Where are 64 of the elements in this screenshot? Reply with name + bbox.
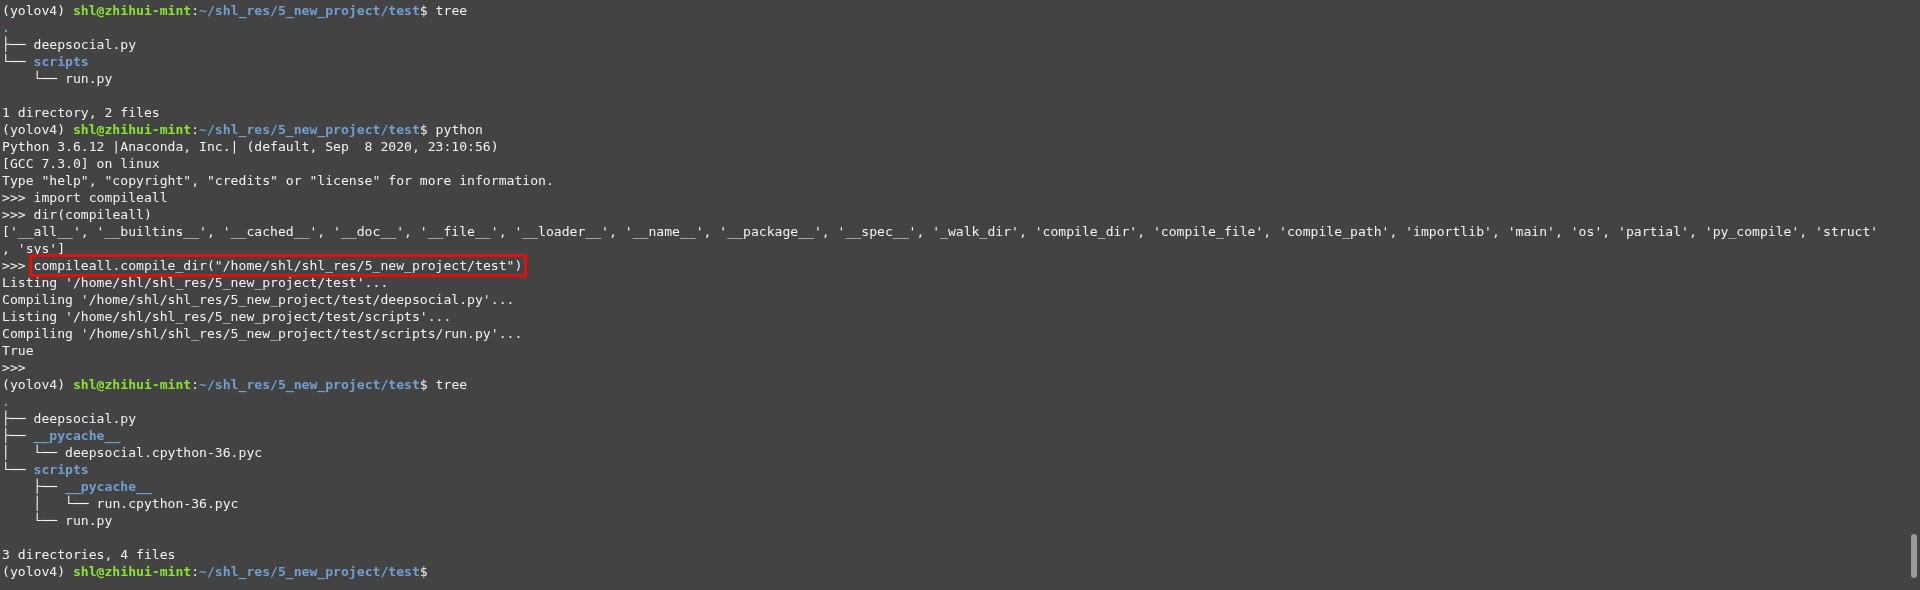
output-text: Compiling '/home/shl/shl_res/5_new_project/test/deepsocial.py'...: [2, 291, 515, 308]
separator-text: :: [191, 376, 200, 392]
separator-text: :: [191, 563, 200, 579]
user-host-label: shl@zhihui-mint: [72, 376, 192, 393]
output-text: True: [2, 342, 34, 359]
directory-name: __pycache__: [65, 478, 152, 495]
python-prompt: >>>: [2, 257, 27, 274]
tree-branch: └──: [32, 512, 59, 529]
tree-branch: ├──: [32, 478, 59, 495]
tree-branch: │ └──: [2, 444, 58, 461]
file-name: deepsocial.cpython-36.pyc: [65, 445, 263, 461]
conda-env-label: (yolov4): [2, 376, 67, 393]
tree-branch: └──: [32, 70, 59, 87]
separator-text: :: [191, 121, 200, 137]
file-name: run.py: [65, 70, 113, 87]
output-text: Listing '/home/shl/shl_res/5_new_project/test/scripts'...: [2, 308, 452, 325]
command-text: python: [435, 121, 483, 138]
conda-env-label: (yolov4): [2, 121, 67, 138]
directory-name: .: [2, 393, 10, 410]
python-prompt: >>>: [2, 189, 27, 206]
separator-text: :: [191, 2, 200, 18]
user-host-label: shl@zhihui-mint: [72, 121, 192, 138]
tree-branch: └──: [2, 461, 27, 478]
code-text: dir(compileall): [33, 206, 152, 223]
output-text: Python 3.6.12 |Anaconda, Inc.| (default, Sep 8 2020, 23:10:56): [2, 138, 499, 155]
directory-name: .: [2, 19, 10, 36]
output-text: Listing '/home/shl/shl_res/5_new_project/test'...: [2, 274, 389, 291]
output-text: Compiling '/home/shl/shl_res/5_new_project/test/scripts/run.py'...: [2, 325, 523, 342]
tree-branch: │ └──: [32, 495, 89, 512]
conda-env-label: (yolov4): [2, 2, 67, 19]
prompt-symbol: $: [419, 376, 429, 393]
tree-branch: ├──: [2, 410, 27, 427]
file-name: run.cpython-36.pyc: [96, 496, 239, 512]
tree-branch: ├──: [2, 427, 27, 444]
output-text: Type "help", "copyright", "credits" or "license" for more information.: [2, 172, 554, 189]
file-name: deepsocial.py: [33, 410, 137, 427]
path-label: ~/shl_res/5_new_project/test: [199, 2, 420, 19]
conda-env-label: (yolov4): [2, 563, 67, 580]
directory-name: scripts: [33, 53, 89, 70]
path-label: ~/shl_res/5_new_project/test: [199, 121, 420, 138]
output-text: ['__all__', '__builtins__', '__cached__', '__doc__', '__file__', '__loader__', '__name__', '__package__', '__spec__', '_walk_dir', 'compile_dir', 'compile_file', 'compile_path', 'importlib', 'main', 'os', 'partial', 'py_compile', 'struct': [2, 223, 1879, 240]
tree-branch: ├──: [2, 36, 27, 53]
file-name: run.py: [65, 512, 113, 529]
user-host-label: shl@zhihui-mint: [72, 2, 192, 19]
python-prompt: >>>: [2, 359, 26, 376]
command-text: tree: [435, 376, 468, 393]
directory-name: scripts: [33, 461, 89, 478]
directory-name: __pycache__: [33, 427, 121, 444]
highlighted-code: compileall.compile_dir("/home/shl/shl_res/5_new_project/test"): [31, 257, 525, 274]
prompt-symbol: $: [419, 121, 429, 138]
prompt-symbol: $: [419, 2, 429, 19]
python-prompt: >>>: [2, 206, 27, 223]
code-text: import compileall: [33, 189, 168, 206]
command-text: tree: [435, 2, 468, 19]
path-label: ~/shl_res/5_new_project/test: [199, 376, 420, 393]
scrollbar-thumb[interactable]: [1911, 534, 1917, 578]
file-name: deepsocial.py: [33, 36, 137, 53]
prompt-symbol: $: [419, 563, 428, 580]
output-text: [GCC 7.3.0] on linux: [2, 155, 160, 172]
tree-branch: └──: [2, 53, 27, 70]
output-text: 1 directory, 2 files: [2, 104, 160, 121]
path-label: ~/shl_res/5_new_project/test: [199, 563, 420, 580]
output-text: 3 directories, 4 files: [2, 546, 176, 563]
user-host-label: shl@zhihui-mint: [72, 563, 192, 580]
